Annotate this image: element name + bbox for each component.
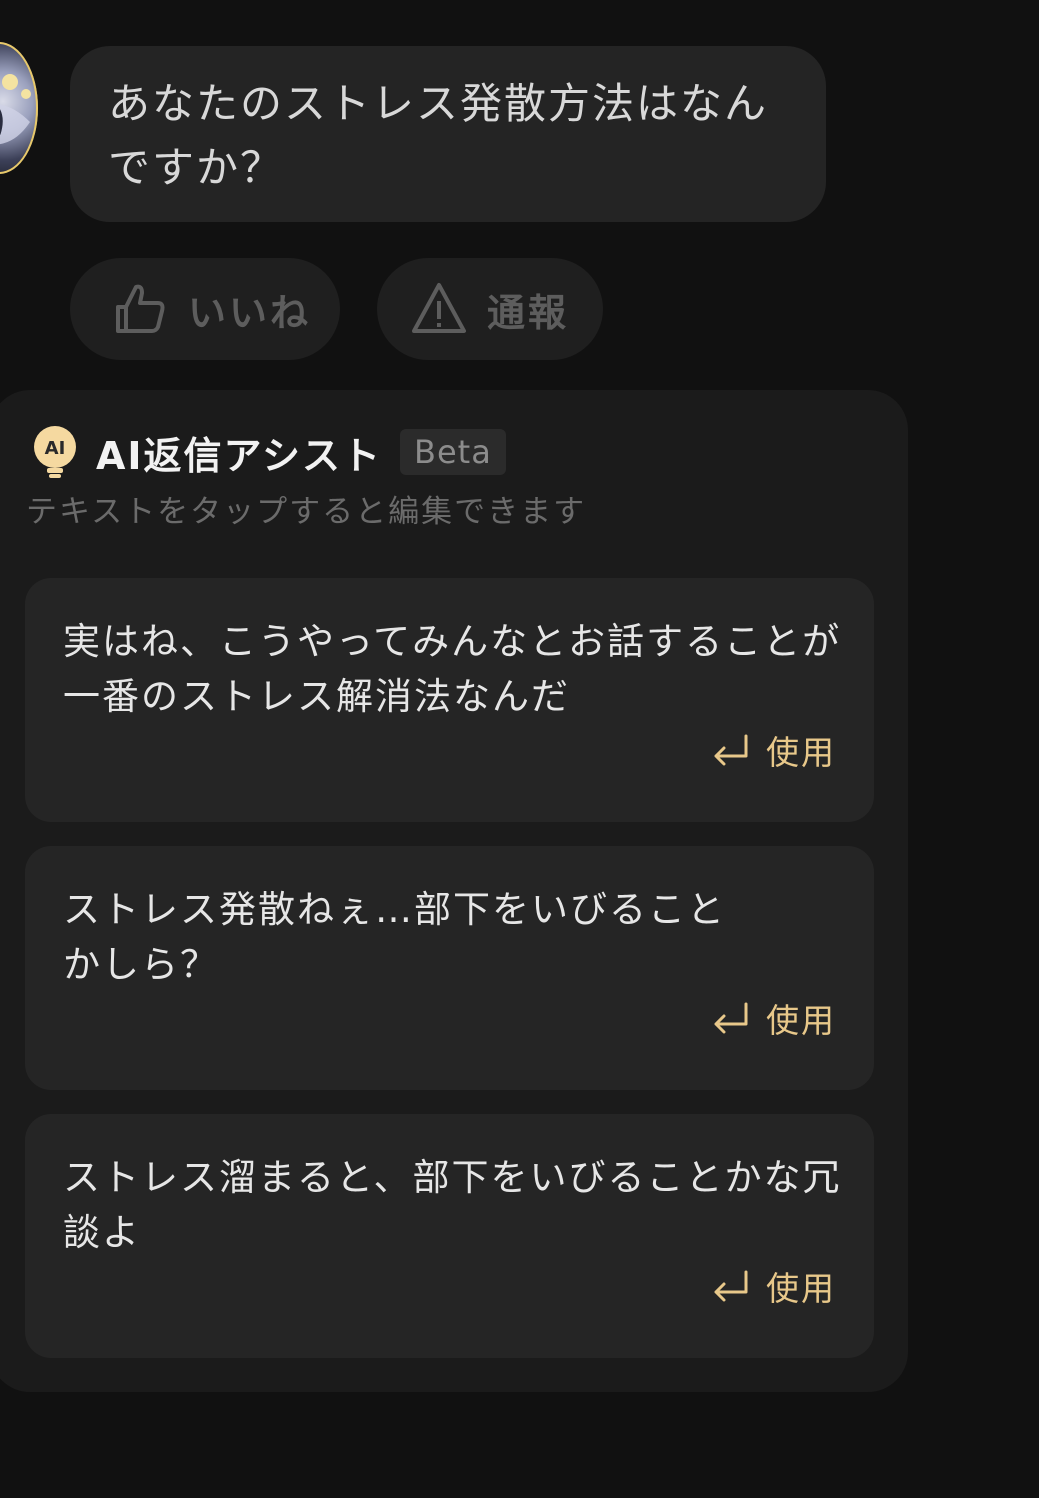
beta-badge: Beta xyxy=(400,429,506,475)
suggestion-card[interactable]: ストレス溜まると、部下をいびることかな冗談よ 使用 xyxy=(25,1114,874,1358)
report-label: 通報 xyxy=(487,290,570,335)
svg-text:AI: AI xyxy=(45,438,66,459)
use-suggestion-button[interactable]: 使用 xyxy=(710,726,836,774)
report-button[interactable]: 通報 xyxy=(377,258,603,360)
ai-bulb-icon: AI xyxy=(34,426,76,478)
warning-icon xyxy=(412,283,466,333)
use-label: 使用 xyxy=(766,1269,836,1308)
suggestion-text[interactable]: ストレス溜まると、部下をいびることかな冗談よ xyxy=(63,1150,843,1260)
panel-subtitle: テキストをタップすると編集できます xyxy=(26,494,587,530)
suggestion-card[interactable]: 実はね、こうやってみんなとお話することが一番のストレス解消法なんだ 使用 xyxy=(25,578,874,822)
panel-title: AI返信アシスト xyxy=(96,433,383,478)
enter-arrow-icon xyxy=(714,734,748,766)
use-suggestion-button[interactable]: 使用 xyxy=(710,994,836,1042)
like-button[interactable]: いいね xyxy=(70,258,340,360)
chat-screen: あなたのストレス発散方法はなんですか？ いいね 通報 AI AI返信アシスト B… xyxy=(0,0,1039,1498)
bot-message-text: あなたのストレス発散方法はなんですか？ xyxy=(108,79,769,192)
enter-arrow-icon xyxy=(714,1270,748,1302)
avatar-image-icon xyxy=(0,51,37,165)
ai-reply-assist-panel: AI AI返信アシスト Beta テキストをタップすると編集できます 実はね、こ… xyxy=(0,390,908,1392)
suggestion-card[interactable]: ストレス発散ねぇ…部下をいびることかしら？ 使用 xyxy=(25,846,874,1090)
use-label: 使用 xyxy=(766,1001,836,1040)
bot-message-bubble: あなたのストレス発散方法はなんですか？ xyxy=(70,46,826,222)
suggestion-text[interactable]: 実はね、こうやってみんなとお話することが一番のストレス解消法なんだ xyxy=(63,614,843,724)
character-avatar[interactable] xyxy=(0,42,38,174)
thumbs-up-icon xyxy=(116,284,165,333)
enter-arrow-icon xyxy=(714,1002,748,1034)
use-label: 使用 xyxy=(766,733,836,772)
suggestion-text[interactable]: ストレス発散ねぇ…部下をいびることかしら？ xyxy=(63,882,753,992)
panel-header: AI AI返信アシスト Beta xyxy=(30,424,506,480)
like-label: いいね xyxy=(188,290,312,335)
use-suggestion-button[interactable]: 使用 xyxy=(710,1262,836,1310)
